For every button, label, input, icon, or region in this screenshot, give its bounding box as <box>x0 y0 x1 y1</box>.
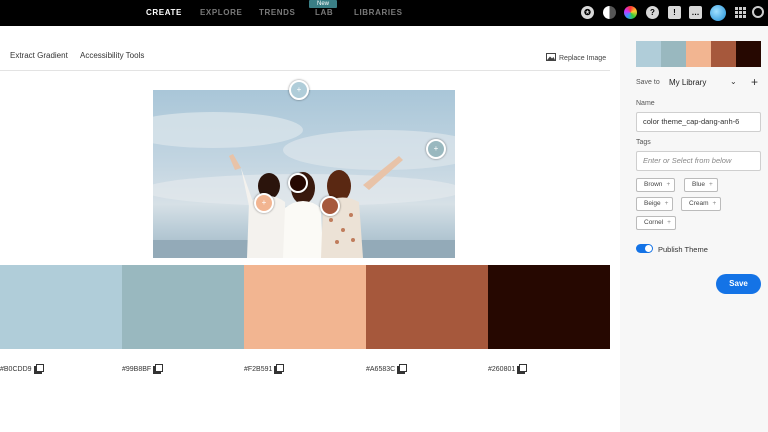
creative-cloud-icon[interactable] <box>752 6 764 18</box>
nav-explore[interactable]: EXPLORE <box>200 8 242 17</box>
hex-label-4: #A6583C <box>366 366 396 373</box>
hex-label-2: #99B8BF <box>122 366 152 373</box>
image-icon <box>546 53 556 61</box>
nav-libraries[interactable]: LIBRARIES <box>354 8 403 17</box>
color-picker-3[interactable]: + <box>254 193 274 213</box>
swatch-5[interactable] <box>488 265 610 349</box>
tag-cornel[interactable]: Cornel + <box>636 216 676 230</box>
color-picker-5[interactable] <box>288 173 308 193</box>
new-badge: New <box>309 0 337 8</box>
tag-label: Beige <box>644 200 661 207</box>
swatch-1[interactable] <box>0 265 122 349</box>
divider <box>0 70 610 71</box>
contrast-icon[interactable] <box>603 6 616 19</box>
publish-theme-toggle[interactable] <box>636 244 653 253</box>
hex-value-1: #B0CDD9 <box>0 364 44 373</box>
tag-blue[interactable]: Blue + <box>684 178 718 192</box>
alert-icon[interactable]: ! <box>668 6 681 19</box>
tags-label: Tags <box>636 139 651 146</box>
hex-label-1: #B0CDD9 <box>0 366 32 373</box>
color-picker-4[interactable] <box>320 196 340 216</box>
mini-swatch-3 <box>686 41 711 67</box>
replace-image-label: Replace Image <box>559 55 607 62</box>
add-library-icon[interactable]: + <box>751 75 758 89</box>
copy-icon[interactable] <box>276 364 285 372</box>
plus-icon: + <box>666 181 671 188</box>
tag-label: Blue <box>692 181 706 188</box>
theme-name-field[interactable]: color theme_cap-dang-anh-6 <box>636 112 761 132</box>
mini-swatch-1 <box>636 41 661 67</box>
plus-icon: + <box>667 219 671 226</box>
hex-value-4: #A6583C <box>366 364 408 373</box>
accessibility-tools-link[interactable]: Accessibility Tools <box>80 51 144 60</box>
hex-value-3: #F2B591 <box>244 364 285 373</box>
extract-gradient-link[interactable]: Extract Gradient <box>10 51 68 60</box>
copy-icon[interactable] <box>519 364 528 372</box>
library-select[interactable]: My Library <box>669 78 706 87</box>
copy-icon[interactable] <box>155 364 164 372</box>
adobe-cc-icon[interactable]: ✪ <box>581 6 594 19</box>
tag-brown[interactable]: Brown + <box>636 178 676 192</box>
nav-lab[interactable]: LAB <box>315 8 333 17</box>
plus-icon: + <box>709 181 713 188</box>
name-label: Name <box>636 100 655 107</box>
publish-theme-label: Publish Theme <box>658 245 708 254</box>
copy-icon[interactable] <box>399 364 408 372</box>
color-picker-1[interactable]: + <box>289 80 309 100</box>
tag-label: Cornel <box>644 219 664 226</box>
mini-swatch-4 <box>711 41 736 67</box>
tag-label: Cream <box>689 200 709 207</box>
swatch-2[interactable] <box>122 265 244 349</box>
plus-icon: + <box>664 200 669 207</box>
nav-create[interactable]: CREATE <box>146 8 182 17</box>
color-wheel-icon[interactable] <box>624 6 637 19</box>
hex-label-5: #260801 <box>488 366 516 373</box>
tag-beige[interactable]: Beige + <box>636 197 674 211</box>
swatch-3[interactable] <box>244 265 366 349</box>
save-to-label: Save to <box>636 79 660 86</box>
color-picker-2[interactable]: + <box>426 139 446 159</box>
replace-image-button[interactable]: Replace Image <box>546 53 606 62</box>
help-icon[interactable]: ? <box>646 6 659 19</box>
swatch-4[interactable] <box>366 265 488 349</box>
mini-swatch-5 <box>736 41 761 67</box>
chevron-down-icon[interactable]: ⌄ <box>730 77 737 86</box>
save-panel: Save to My Library ⌄ + Name color theme_… <box>620 26 768 432</box>
hex-value-2: #99B8BF <box>122 364 164 373</box>
tag-label: Brown <box>644 181 663 188</box>
hex-value-5: #260801 <box>488 364 528 373</box>
tags-input[interactable]: Enter or Select from below <box>636 151 761 171</box>
chat-icon[interactable]: … <box>689 6 702 19</box>
profile-icon[interactable] <box>710 5 726 21</box>
plus-icon: + <box>712 200 717 207</box>
copy-icon[interactable] <box>35 364 44 372</box>
apps-grid-icon[interactable] <box>734 6 747 19</box>
top-navigation-bar: CREATE EXPLORE TRENDS LAB New LIBRARIES … <box>0 0 768 26</box>
tag-cream[interactable]: Cream + <box>681 197 722 211</box>
nav-trends[interactable]: TRENDS <box>259 8 296 17</box>
mini-swatch-2 <box>661 41 686 67</box>
hex-label-3: #F2B591 <box>244 366 273 373</box>
save-button[interactable]: Save <box>716 274 761 294</box>
